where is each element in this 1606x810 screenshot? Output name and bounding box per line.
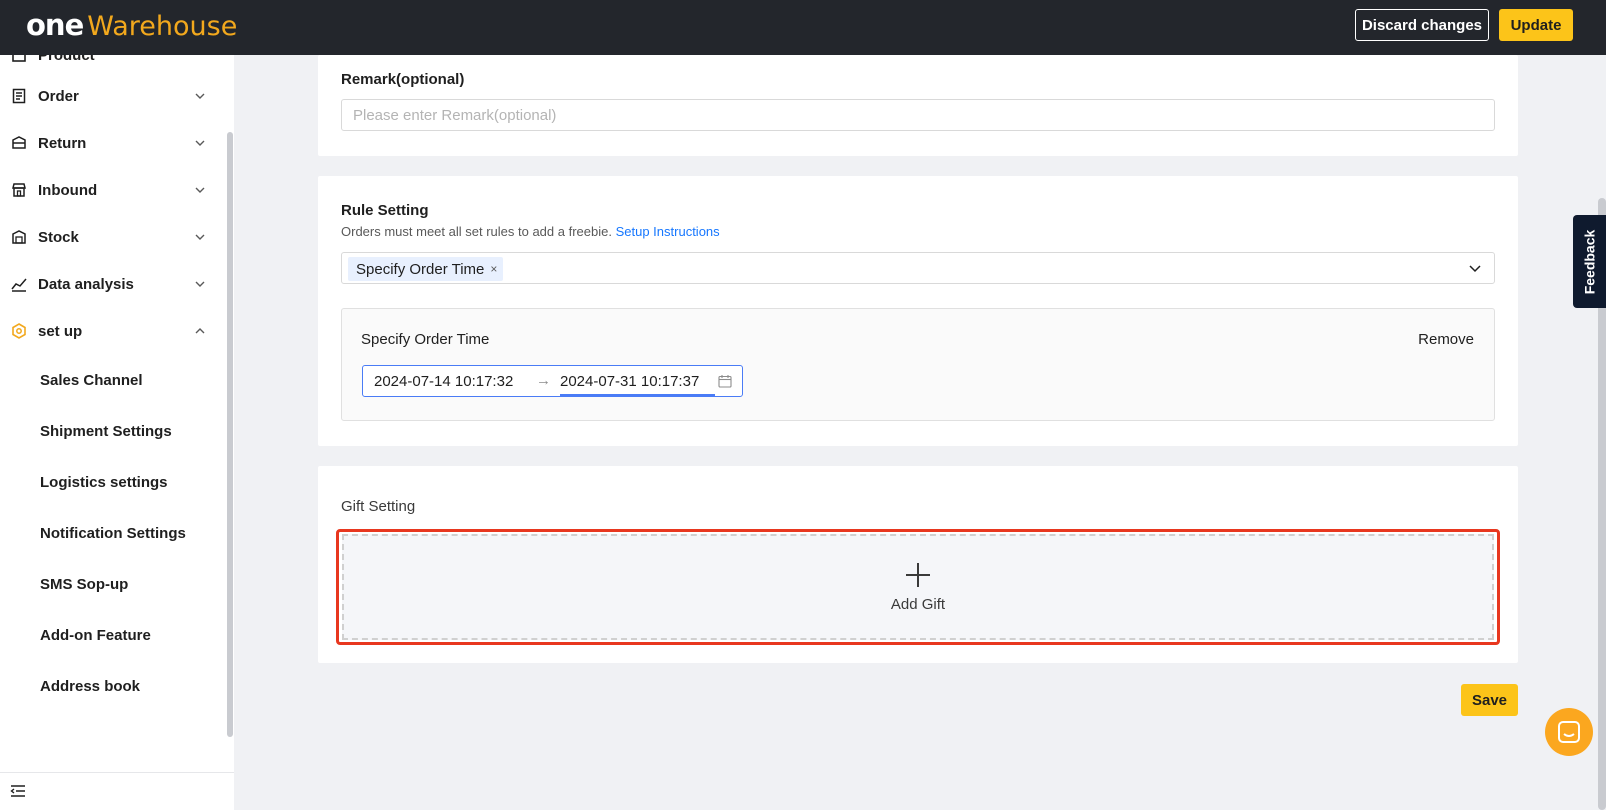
- range-arrow: →: [536, 372, 551, 389]
- gift-setting-title: Gift Setting: [341, 498, 416, 515]
- save-button[interactable]: Save: [1461, 684, 1518, 716]
- order-icon: [10, 88, 27, 105]
- remove-rule-button[interactable]: Remove: [1418, 331, 1474, 348]
- setup-icon: [10, 323, 27, 340]
- sidebar-item-stock[interactable]: Stock: [0, 215, 220, 259]
- order-time-rule-box: Specify Order Time Remove 2024-07-14 10:…: [341, 308, 1495, 421]
- rule-hint-text: Orders must meet all set rules to add a …: [341, 224, 612, 239]
- tag-label: Specify Order Time: [356, 260, 485, 278]
- chat-button[interactable]: [1545, 708, 1593, 756]
- collapse-menu-icon[interactable]: [10, 784, 26, 798]
- active-input-indicator: [560, 394, 715, 396]
- sidebar-subitem-address-book[interactable]: Address book: [40, 678, 140, 695]
- remark-card: Remark(optional): [318, 55, 1518, 156]
- gift-setting-card: Gift Setting Add Gift: [318, 466, 1518, 663]
- sidebar-item-return[interactable]: Return: [0, 121, 220, 165]
- sidebar-item-set-up[interactable]: set up: [0, 309, 220, 353]
- remark-label: Remark(optional): [341, 71, 465, 88]
- sidebar-item-order[interactable]: Order: [0, 74, 220, 118]
- chevron-up-icon: [195, 328, 205, 334]
- add-gift-button[interactable]: Add Gift: [342, 534, 1494, 640]
- return-icon: [10, 135, 27, 152]
- sidebar-footer: [0, 772, 234, 810]
- selected-rule-tag: Specify Order Time ×: [348, 257, 504, 281]
- sidebar-item-label: Product: [38, 55, 95, 64]
- discard-changes-button[interactable]: Discard changes: [1355, 9, 1489, 41]
- rule-setting-card: Rule Setting Orders must meet all set ru…: [318, 176, 1518, 446]
- tag-close-icon[interactable]: ×: [490, 262, 497, 276]
- sidebar-subitem-logistics-settings[interactable]: Logistics settings: [40, 474, 168, 491]
- chevron-down-icon: [1469, 265, 1481, 273]
- chevron-down-icon: [195, 93, 205, 99]
- rule-setting-title: Rule Setting: [341, 202, 429, 219]
- range-end-input[interactable]: 2024-07-31 10:17:37: [560, 373, 699, 390]
- date-range-picker[interactable]: 2024-07-14 10:17:32 → 2024-07-31 10:17:3…: [362, 365, 743, 397]
- sidebar-item-data-analysis[interactable]: Data analysis: [0, 262, 220, 306]
- chevron-down-icon: [195, 234, 205, 240]
- range-start-input[interactable]: 2024-07-14 10:17:32: [374, 373, 513, 390]
- logo-warehouse: Warehouse: [87, 11, 238, 42]
- sidebar-item-label: Data analysis: [38, 275, 134, 293]
- logo-one: one: [26, 8, 84, 42]
- rule-select[interactable]: Specify Order Time ×: [341, 252, 1495, 284]
- chevron-down-icon: [195, 281, 205, 287]
- top-bar: one Warehouse Discard changes Update: [0, 0, 1606, 55]
- feedback-tab[interactable]: Feedback: [1573, 215, 1606, 308]
- rule-title: Specify Order Time: [361, 331, 490, 348]
- product-icon: [10, 55, 27, 64]
- setup-instructions-link[interactable]: Setup Instructions: [616, 224, 720, 239]
- chevron-down-icon: [195, 140, 205, 146]
- sidebar-item-label: set up: [38, 322, 83, 340]
- plus-icon: [906, 562, 930, 587]
- sidebar-subitem-notification-settings[interactable]: Notification Settings: [40, 525, 186, 542]
- chat-icon: [1558, 721, 1580, 743]
- feedback-label: Feedback: [1581, 229, 1598, 294]
- inbound-icon: [10, 182, 27, 199]
- sidebar-item-label: Inbound: [38, 181, 98, 199]
- sidebar-subitem-add-on-feature[interactable]: Add-on Feature: [40, 627, 151, 644]
- sidebar-item-label: Order: [38, 87, 79, 105]
- remark-input[interactable]: [341, 99, 1495, 131]
- stock-icon: [10, 229, 27, 246]
- sidebar-subitem-sms-sop-up[interactable]: SMS Sop-up: [40, 576, 128, 593]
- rule-setting-hint: Orders must meet all set rules to add a …: [341, 224, 720, 239]
- update-button[interactable]: Update: [1499, 9, 1573, 41]
- sidebar: Product Order Return Inbound Stock Data: [0, 55, 234, 810]
- sidebar-subitem-shipment-settings[interactable]: Shipment Settings: [40, 423, 172, 440]
- sidebar-subitem-sales-channel[interactable]: Sales Channel: [40, 372, 143, 389]
- sidebar-item-label: Stock: [38, 228, 79, 246]
- calendar-icon: [718, 375, 732, 388]
- sidebar-scrollbar[interactable]: [227, 132, 233, 737]
- sidebar-item-label: Return: [38, 134, 87, 152]
- sidebar-item-inbound[interactable]: Inbound: [0, 168, 220, 212]
- add-gift-label: Add Gift: [890, 595, 946, 613]
- logo[interactable]: one Warehouse: [26, 8, 237, 42]
- chevron-down-icon: [195, 187, 205, 193]
- chart-icon: [10, 276, 27, 293]
